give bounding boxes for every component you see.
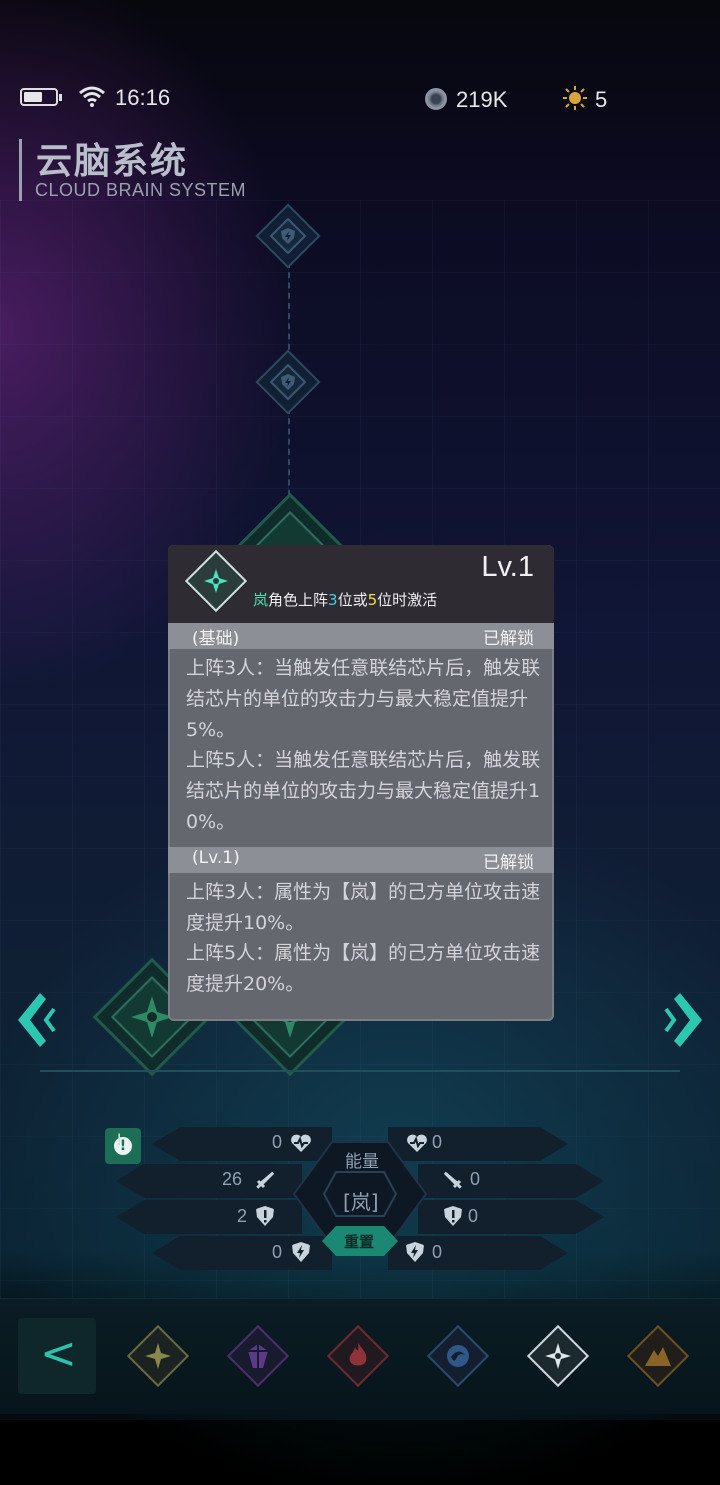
section-state: 已解锁 (483, 629, 534, 649)
energy-label: 能量 (345, 1152, 379, 1172)
chevron-left-icon: < (40, 1328, 77, 1379)
page-subtitle: CLOUD BRAIN SYSTEM (35, 180, 247, 200)
lightning-shield-icon (281, 374, 295, 390)
exclamation-icon: ! (114, 1137, 132, 1155)
wifi-icon (79, 86, 105, 107)
crystal-icon (248, 1344, 268, 1368)
reset-label: 重置 (344, 1233, 375, 1251)
section-state: 已解锁 (483, 853, 534, 873)
shield-icon (256, 1206, 274, 1226)
next-arrow-icon[interactable] (660, 985, 710, 1055)
effect-text: 上阵5人：当触发任意联结芯片后，触发联结芯片的单位的攻击力与最大稳定值提升10%… (186, 749, 541, 833)
condition-text: 角色上阵 (268, 591, 329, 609)
lightning-shield-icon (281, 228, 295, 244)
clock: 16:16 (115, 85, 171, 110)
sword-icon (254, 1171, 275, 1191)
sun-icon (563, 86, 587, 110)
stat-value: 0 (470, 1169, 481, 1189)
popup-level: Lv.1 (481, 551, 534, 583)
effect-text: 上阵3人：当触发任意联结芯片后，触发联结芯片的单位的攻击力与最大稳定值提升5%。 (186, 657, 541, 741)
effect-text: 上阵3人：属性为【岚】的己方单位攻击速度提升10%。 (186, 881, 541, 934)
sword-icon (443, 1171, 464, 1191)
coin-icon (425, 88, 447, 110)
section-tag: (基础) (192, 629, 240, 649)
shield-icon (444, 1206, 462, 1226)
star-amount: 5 (595, 87, 608, 112)
reset-button[interactable]: 重置 (322, 1226, 398, 1256)
element-label: [岚] (343, 1190, 379, 1214)
prev-arrow-icon[interactable] (10, 985, 60, 1055)
stat-value: 0 (272, 1242, 283, 1262)
effect-text: 上阵5人：属性为【岚】的己方单位攻击速度提升20%。 (186, 942, 541, 995)
section-header-base: (基础) 已解锁 (168, 623, 554, 649)
mountain-icon (645, 1347, 671, 1366)
battery-fill (24, 92, 42, 102)
tree-connector (288, 262, 290, 360)
info-button[interactable]: ! (105, 1128, 141, 1164)
condition-text: 位或 (337, 591, 368, 609)
game-screen: 16:16 219K 5 云脑系统 CLOUD BRAIN SYSTEM Lv.… (0, 0, 720, 1485)
category-void[interactable] (226, 1324, 290, 1388)
section-tag: (Lv.1) (192, 848, 240, 868)
battery-icon (20, 88, 62, 106)
wave-icon (447, 1345, 469, 1367)
category-fire[interactable] (326, 1324, 390, 1388)
condition-element: 岚 (253, 591, 269, 609)
stat-value: 0 (468, 1206, 479, 1226)
sparkle-icon (145, 1343, 171, 1369)
category-water[interactable] (426, 1324, 490, 1388)
section-header-lv1: (Lv.1) 已解锁 (168, 847, 554, 873)
condition-text: 位时激活 (377, 591, 438, 609)
stat-value: 0 (272, 1132, 283, 1152)
activation-condition: 岚角色上阵3位或5位时激活 (253, 589, 437, 610)
wind-element-icon (184, 549, 248, 613)
condition-count-1: 3 (328, 591, 338, 609)
shuriken-icon (545, 1343, 571, 1369)
title-accent (19, 139, 22, 201)
category-light[interactable] (126, 1324, 190, 1388)
stat-value: 0 (432, 1242, 443, 1262)
stat-value: 2 (237, 1206, 248, 1226)
category-wind[interactable] (526, 1324, 590, 1388)
stat-value: 26 (222, 1169, 243, 1189)
page-title: 云脑系统 (36, 141, 189, 182)
status-bar: 16:16 219K 5 (0, 80, 720, 116)
back-button[interactable]: < (18, 1318, 96, 1394)
flame-icon (349, 1343, 367, 1366)
shuriken-icon (204, 569, 228, 593)
condition-count-2: 5 (367, 591, 378, 609)
divider (40, 1070, 680, 1072)
category-earth[interactable] (626, 1324, 690, 1388)
currency-amount: 219K (456, 87, 508, 112)
stat-value: 0 (432, 1132, 443, 1152)
popup-header: Lv.1 岚角色上阵3位或5位时激活 (168, 545, 554, 623)
chip-detail-popup[interactable]: Lv.1 岚角色上阵3位或5位时激活 (基础) 已解锁 上阵3人：当触发任意联结… (168, 545, 554, 1021)
